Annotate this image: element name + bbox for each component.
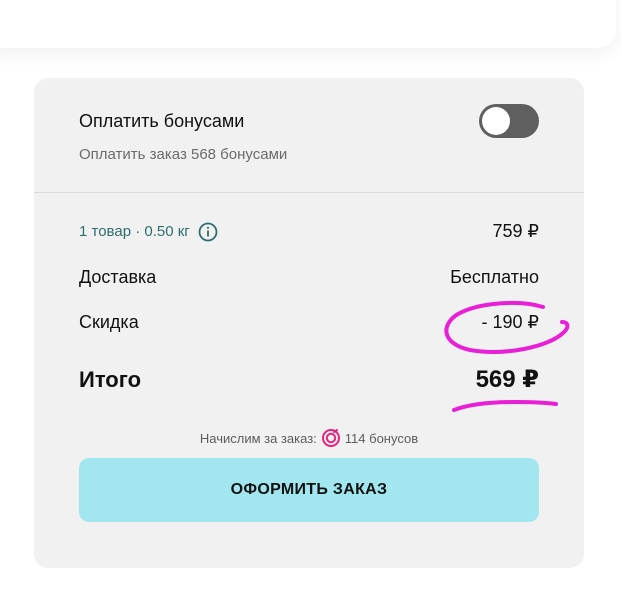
delivery-value: Бесплатно — [450, 267, 539, 287]
discount-row: Скидка - 190 ₽ — [79, 312, 539, 333]
bonus-payment-toggle[interactable] — [479, 104, 539, 138]
bonus-accrual-note: Начислим за заказ: 114 бонусов — [34, 428, 584, 448]
discount-label: Скидка — [79, 312, 139, 332]
place-order-button[interactable]: ОФОРМИТЬ ЗАКАЗ — [79, 458, 539, 522]
accrual-prefix: Начислим за заказ: — [199, 430, 317, 446]
items-value: 759 ₽ — [492, 221, 540, 241]
checkout-page: Оплатить бонусами Оплатить заказ 568 бон… — [0, 0, 621, 614]
bonus-payment-section: Оплатить бонусами Оплатить заказ 568 бон… — [34, 78, 584, 193]
top-card — [0, 0, 616, 48]
bonus-payment-subtitle: Оплатить заказ 568 бонусами — [79, 146, 288, 163]
delivery-row: Доставка Бесплатно — [79, 267, 539, 288]
info-circle-icon[interactable] — [198, 222, 218, 242]
bonus-payment-title: Оплатить бонусами — [79, 111, 245, 131]
total-label: Итого — [79, 366, 142, 392]
items-label: 1 товар · 0.50 кг — [79, 223, 190, 240]
order-summary-card: Оплатить бонусами Оплатить заказ 568 бон… — [34, 78, 584, 568]
total-value: 569 ₽ — [475, 366, 539, 393]
delivery-label: Доставка — [79, 267, 157, 287]
discount-value: - 190 ₽ — [481, 312, 539, 332]
toggle-knob — [482, 107, 510, 135]
bonus-coin-icon — [321, 428, 341, 448]
items-row: 1 товар · 0.50 кг 759 ₽ — [79, 221, 539, 242]
items-info: 1 товар · 0.50 кг — [79, 222, 218, 242]
accrual-amount: 114 бонусов — [344, 430, 419, 446]
total-row: Итого 569 ₽ — [79, 365, 539, 394]
